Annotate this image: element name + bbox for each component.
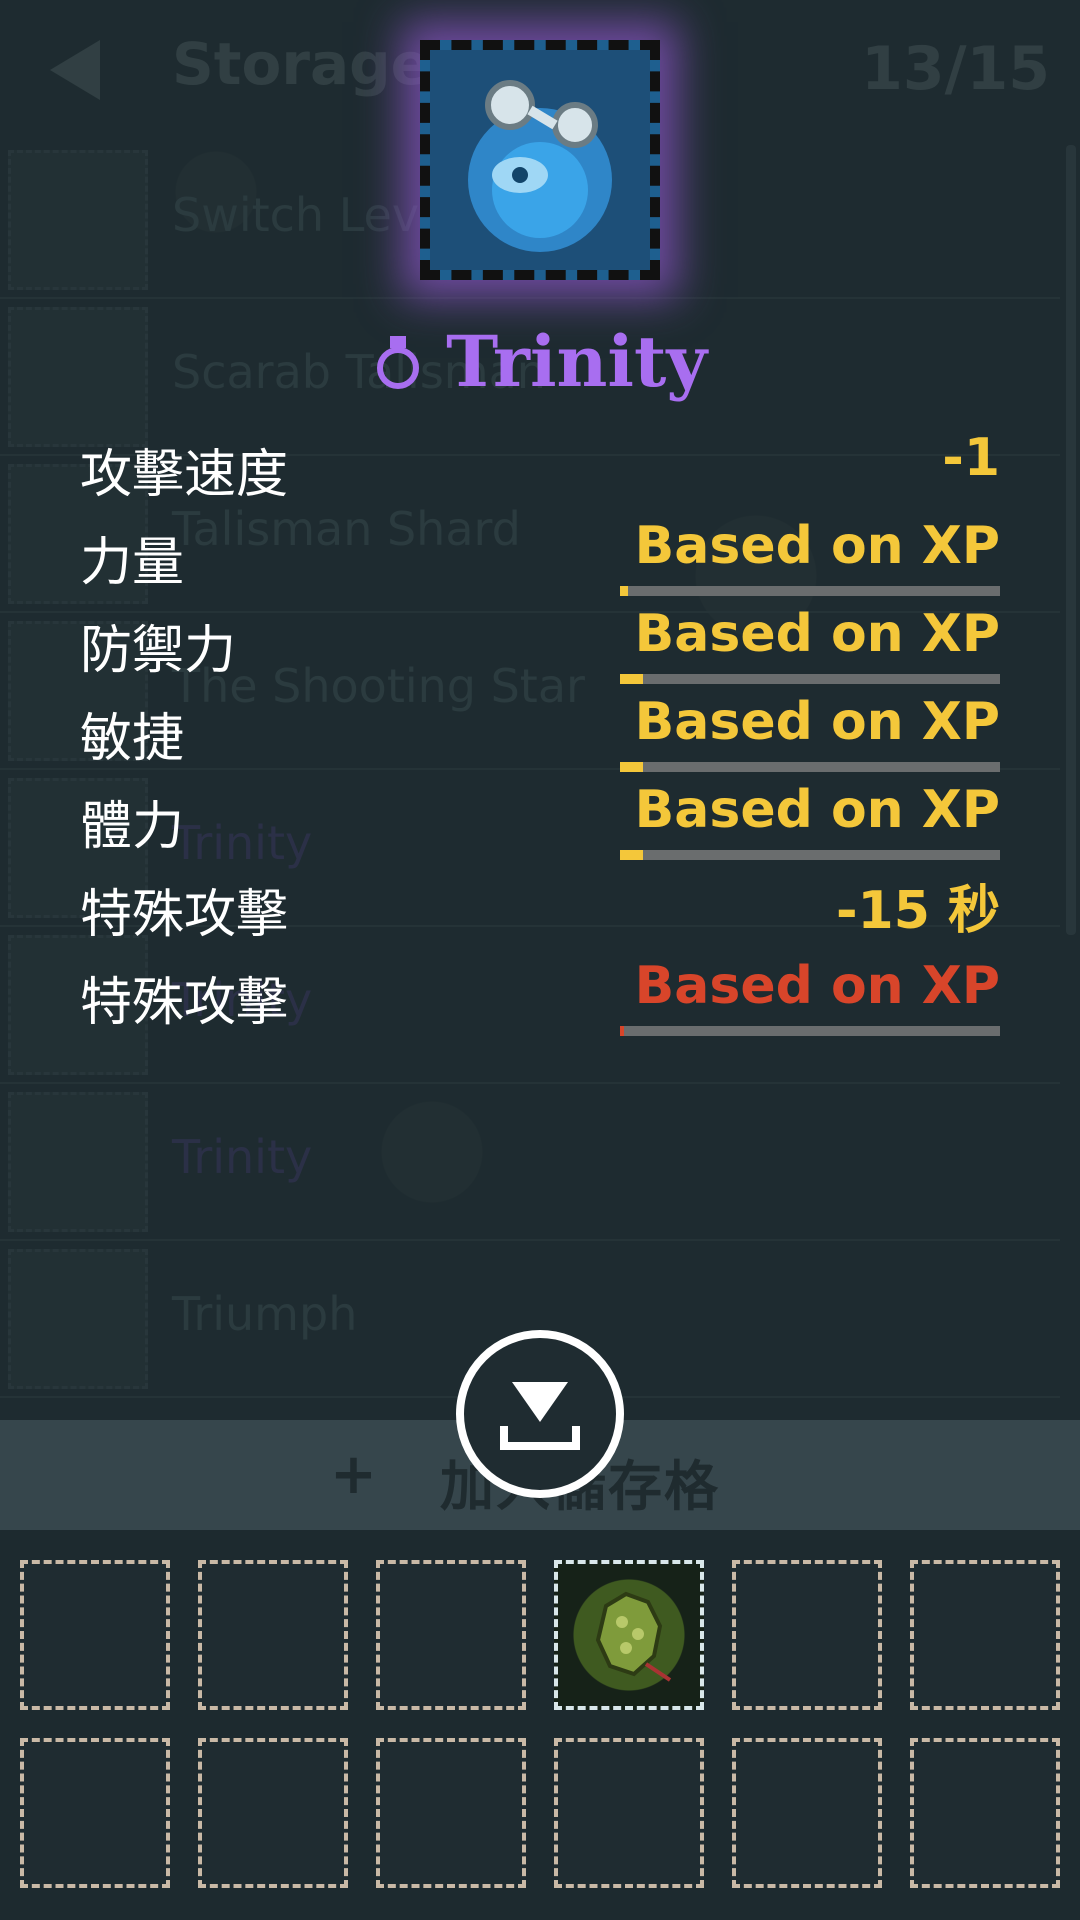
stats-list: 攻擊速度 -1 力量 Based on XP 防禦力 Based on XP 敏… [80,428,1000,1044]
stat-progress-fill [620,1026,624,1036]
inventory-slot[interactable] [732,1560,882,1710]
stat-value: Based on XP [634,516,1000,576]
stat-row: 攻擊速度 -1 [80,428,1000,516]
stat-row: 敏捷 Based on XP [80,692,1000,780]
stat-progress-bar [620,850,1000,860]
inventory-slot[interactable] [198,1738,348,1888]
inventory-slot-filled[interactable] [554,1560,704,1710]
stat-label: 力量 [80,533,185,593]
item-title: Trinity [0,320,1080,410]
stat-row: 特殊攻擊 Based on XP [80,956,1000,1044]
stat-label: 防禦力 [80,621,237,681]
stat-value: Based on XP [634,780,1000,840]
plus-icon: + [330,1442,377,1507]
game-screen: Storage 13/15 Switch Lev Scarab Talisman… [0,0,1080,1920]
item-name: Trinity [446,320,708,403]
inventory-slot[interactable] [376,1738,526,1888]
stat-value: -15 秒 [835,881,1000,941]
stat-progress-bar [620,1026,1000,1036]
stat-label: 特殊攻擊 [80,973,289,1033]
inventory-slot[interactable] [554,1738,704,1888]
gauntlet-icon [595,1591,672,1682]
download-icon [500,1382,580,1450]
stat-value: -1 [942,428,1000,488]
inventory-slot[interactable] [376,1560,526,1710]
stat-progress-bar [620,674,1000,684]
stat-progress-bar [620,586,1000,596]
stat-label: 特殊攻擊 [80,885,289,945]
stat-progress-fill [620,762,643,772]
stat-value: Based on XP [634,604,1000,664]
stat-label: 敏捷 [80,709,185,769]
store-item-button[interactable] [456,1330,624,1498]
stat-value: Based on XP [634,692,1000,752]
inventory-slot[interactable] [20,1738,170,1888]
stat-row: 體力 Based on XP [80,780,1000,868]
stat-progress-fill [620,674,643,684]
inventory-grid [0,1530,1080,1920]
inventory-slot[interactable] [198,1560,348,1710]
stat-label: 體力 [80,797,185,857]
inventory-slot[interactable] [732,1738,882,1888]
stat-row: 防禦力 Based on XP [80,604,1000,692]
inventory-slot[interactable] [910,1738,1060,1888]
trinity-icon [430,50,650,270]
inventory-slot[interactable] [20,1560,170,1710]
stat-row: 特殊攻擊 -15 秒 [80,868,1000,956]
stat-row: 力量 Based on XP [80,516,1000,604]
ring-icon [376,335,419,389]
item-frame [420,40,660,280]
stat-label: 攻擊速度 [80,445,289,505]
stat-progress-fill [620,586,628,596]
inventory-slot[interactable] [910,1560,1060,1710]
stat-progress-fill [620,850,643,860]
stat-value: Based on XP [634,956,1000,1016]
stat-progress-bar [620,762,1000,772]
